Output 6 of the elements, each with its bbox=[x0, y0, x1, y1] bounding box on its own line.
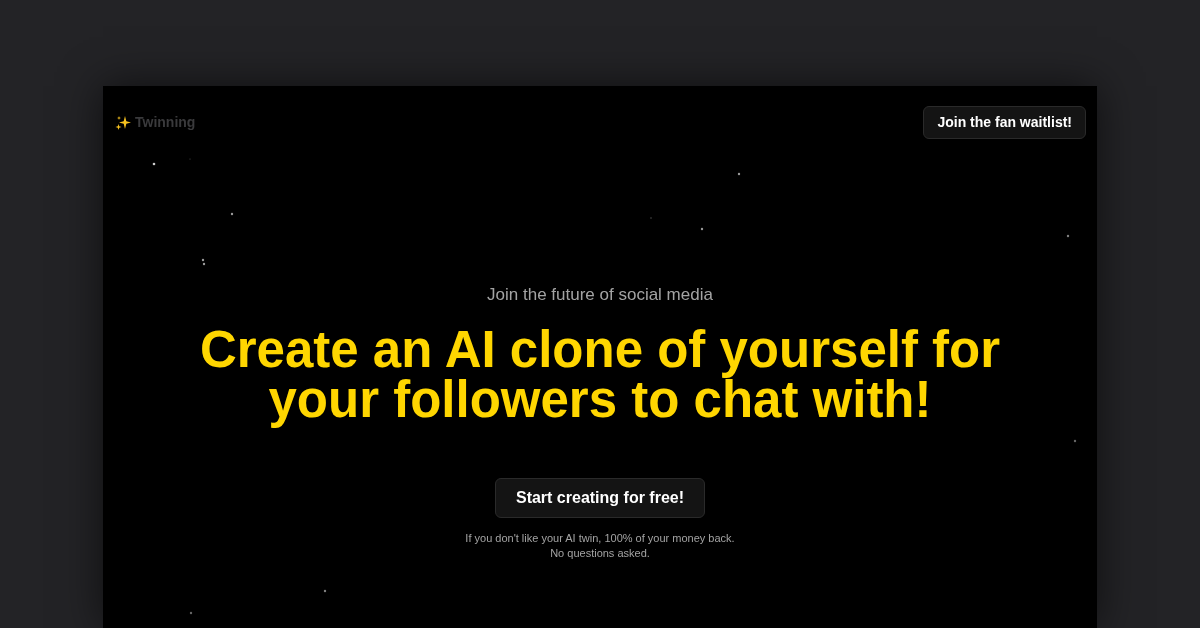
guarantee-text: If you don't like your AI twin, 100% of your money back. bbox=[465, 530, 735, 546]
guarantee-text: No questions asked. bbox=[550, 545, 650, 561]
eyebrow-text: Join the future of social media bbox=[487, 284, 713, 306]
start-creating-button[interactable]: Start creating for free! bbox=[494, 477, 705, 518]
sparkle-icon bbox=[115, 114, 131, 131]
waitlist-button[interactable]: Join the fan waitlist! bbox=[923, 106, 1086, 139]
